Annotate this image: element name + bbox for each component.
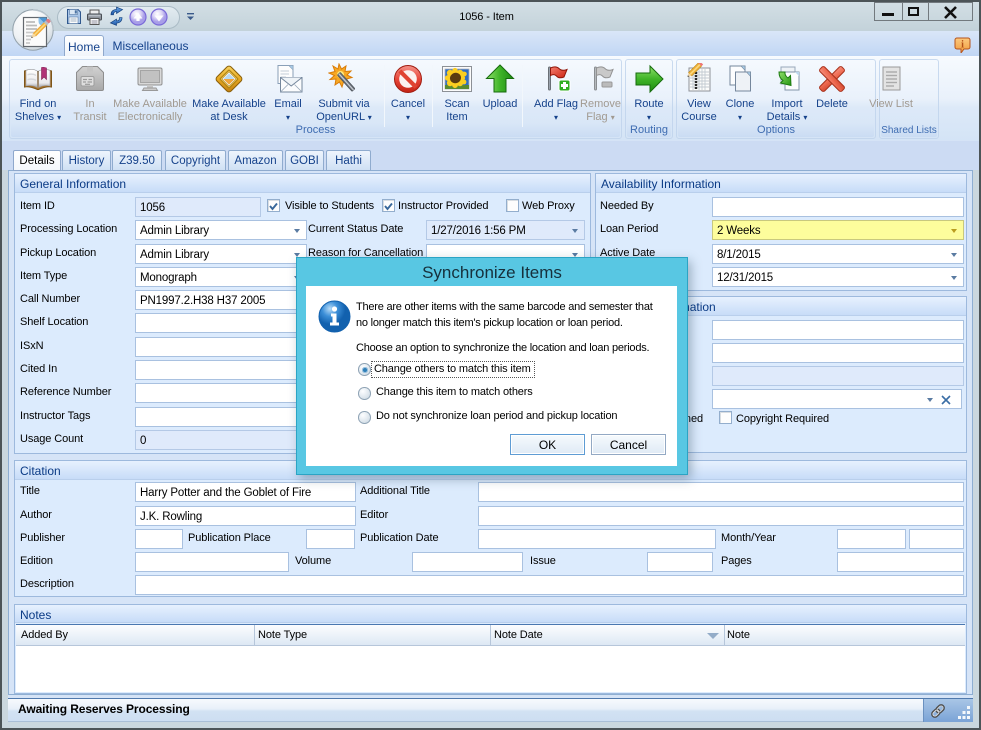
- svg-text:i: i: [961, 40, 964, 51]
